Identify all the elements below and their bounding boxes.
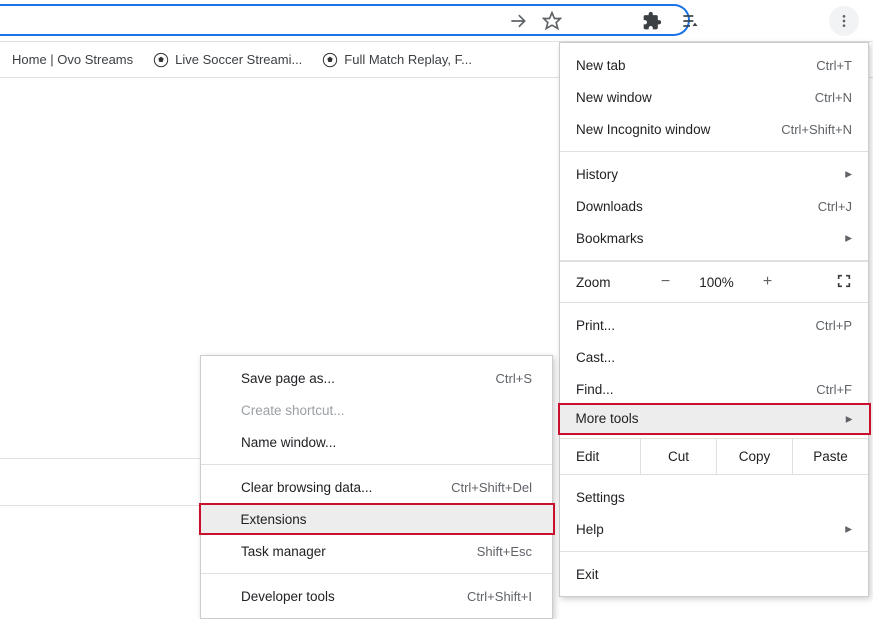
menu-new-tab[interactable]: New tab Ctrl+T bbox=[560, 49, 868, 81]
menu-separator bbox=[201, 464, 552, 465]
edit-cut-button[interactable]: Cut bbox=[640, 439, 716, 474]
share-icon[interactable] bbox=[507, 10, 529, 32]
extensions-puzzle-icon[interactable] bbox=[641, 10, 663, 32]
kebab-icon bbox=[836, 13, 852, 29]
edit-copy-button[interactable]: Copy bbox=[716, 439, 792, 474]
menu-separator bbox=[201, 573, 552, 574]
menu-label: Downloads bbox=[576, 199, 643, 214]
main-menu: New tab Ctrl+T New window Ctrl+N New Inc… bbox=[559, 42, 869, 597]
menu-help[interactable]: Help ▸ bbox=[560, 513, 868, 545]
menu-downloads[interactable]: Downloads Ctrl+J bbox=[560, 190, 868, 222]
menu-label: Developer tools bbox=[241, 589, 335, 604]
menu-label: Save page as... bbox=[241, 371, 335, 386]
menu-label: Print... bbox=[576, 318, 615, 333]
menu-settings[interactable]: Settings bbox=[560, 481, 868, 513]
zoom-percent: 100% bbox=[693, 275, 741, 290]
menu-label: Find... bbox=[576, 382, 614, 397]
menu-label: Task manager bbox=[241, 544, 326, 559]
bookmark-label: Live Soccer Streami... bbox=[175, 52, 302, 67]
menu-new-incognito[interactable]: New Incognito window Ctrl+Shift+N bbox=[560, 113, 868, 145]
menu-label: New Incognito window bbox=[576, 122, 710, 137]
menu-shortcut: Ctrl+S bbox=[496, 371, 532, 386]
menu-shortcut: Ctrl+Shift+I bbox=[467, 589, 532, 604]
bookmark-item[interactable]: Full Match Replay, F... bbox=[322, 52, 472, 68]
browser-toolbar bbox=[0, 0, 873, 42]
fullscreen-icon[interactable] bbox=[836, 273, 852, 292]
menu-shortcut: Ctrl+Shift+Del bbox=[451, 480, 532, 495]
menu-more-tools[interactable]: More tools ▸ bbox=[558, 403, 871, 435]
zoom-out-button[interactable]: − bbox=[651, 273, 681, 291]
menu-find[interactable]: Find... Ctrl+F bbox=[560, 373, 868, 405]
menu-label: Help bbox=[576, 522, 604, 537]
menu-label: Bookmarks bbox=[576, 231, 644, 246]
menu-cast[interactable]: Cast... bbox=[560, 341, 868, 373]
menu-label: Name window... bbox=[241, 435, 336, 450]
menu-label: History bbox=[576, 167, 618, 182]
menu-label: More tools bbox=[576, 411, 639, 426]
bookmark-star-icon[interactable] bbox=[541, 10, 563, 32]
zoom-in-button[interactable]: + bbox=[753, 273, 783, 291]
menu-shortcut: Ctrl+T bbox=[816, 58, 852, 73]
menu-label: New window bbox=[576, 90, 652, 105]
submenu-arrow-icon: ▸ bbox=[845, 230, 852, 246]
menu-exit[interactable]: Exit bbox=[560, 558, 868, 590]
menu-shortcut: Ctrl+J bbox=[818, 199, 852, 214]
bookmark-label: Full Match Replay, F... bbox=[344, 52, 472, 67]
submenu-developer-tools[interactable]: Developer tools Ctrl+Shift+I bbox=[201, 580, 552, 612]
edit-paste-button[interactable]: Paste bbox=[792, 439, 868, 474]
menu-history[interactable]: History ▸ bbox=[560, 158, 868, 190]
menu-zoom-row: Zoom − 100% + bbox=[560, 261, 868, 303]
menu-shortcut: Ctrl+Shift+N bbox=[781, 122, 852, 137]
more-tools-submenu: Save page as... Ctrl+S Create shortcut..… bbox=[200, 355, 553, 619]
menu-shortcut: Ctrl+F bbox=[816, 382, 852, 397]
search-box-fragment[interactable] bbox=[0, 458, 200, 506]
browser-menu-button[interactable] bbox=[829, 6, 859, 36]
menu-bookmarks[interactable]: Bookmarks ▸ bbox=[560, 222, 868, 254]
edit-label: Edit bbox=[576, 449, 640, 464]
menu-shortcut: Shift+Esc bbox=[477, 544, 532, 559]
submenu-arrow-icon: ▸ bbox=[845, 166, 852, 182]
menu-new-window[interactable]: New window Ctrl+N bbox=[560, 81, 868, 113]
submenu-create-shortcut: Create shortcut... bbox=[201, 394, 552, 426]
menu-label: Create shortcut... bbox=[241, 403, 345, 418]
submenu-arrow-icon: ▸ bbox=[846, 411, 853, 427]
submenu-task-manager[interactable]: Task manager Shift+Esc bbox=[201, 535, 552, 567]
menu-label: Exit bbox=[576, 567, 599, 582]
submenu-save-page[interactable]: Save page as... Ctrl+S bbox=[201, 362, 552, 394]
menu-label: Clear browsing data... bbox=[241, 480, 372, 495]
menu-label: Extensions bbox=[241, 512, 307, 527]
zoom-label: Zoom bbox=[576, 275, 611, 290]
bookmark-label: Home | Ovo Streams bbox=[12, 52, 133, 67]
menu-shortcut: Ctrl+N bbox=[815, 90, 852, 105]
soccer-ball-icon bbox=[153, 52, 169, 68]
bookmark-item[interactable]: Live Soccer Streami... bbox=[153, 52, 302, 68]
submenu-name-window[interactable]: Name window... bbox=[201, 426, 552, 458]
menu-print[interactable]: Print... Ctrl+P bbox=[560, 309, 868, 341]
menu-shortcut: Ctrl+P bbox=[816, 318, 852, 333]
soccer-ball-icon bbox=[322, 52, 338, 68]
menu-label: New tab bbox=[576, 58, 626, 73]
reading-list-icon[interactable] bbox=[679, 10, 701, 32]
address-bar[interactable] bbox=[0, 4, 690, 36]
bookmark-item[interactable]: Home | Ovo Streams bbox=[12, 52, 133, 67]
submenu-clear-browsing-data[interactable]: Clear browsing data... Ctrl+Shift+Del bbox=[201, 471, 552, 503]
menu-edit-row: Edit Cut Copy Paste bbox=[560, 439, 868, 475]
menu-label: Settings bbox=[576, 490, 625, 505]
menu-label: Cast... bbox=[576, 350, 615, 365]
submenu-extensions[interactable]: Extensions bbox=[199, 503, 555, 535]
submenu-arrow-icon: ▸ bbox=[845, 521, 852, 537]
